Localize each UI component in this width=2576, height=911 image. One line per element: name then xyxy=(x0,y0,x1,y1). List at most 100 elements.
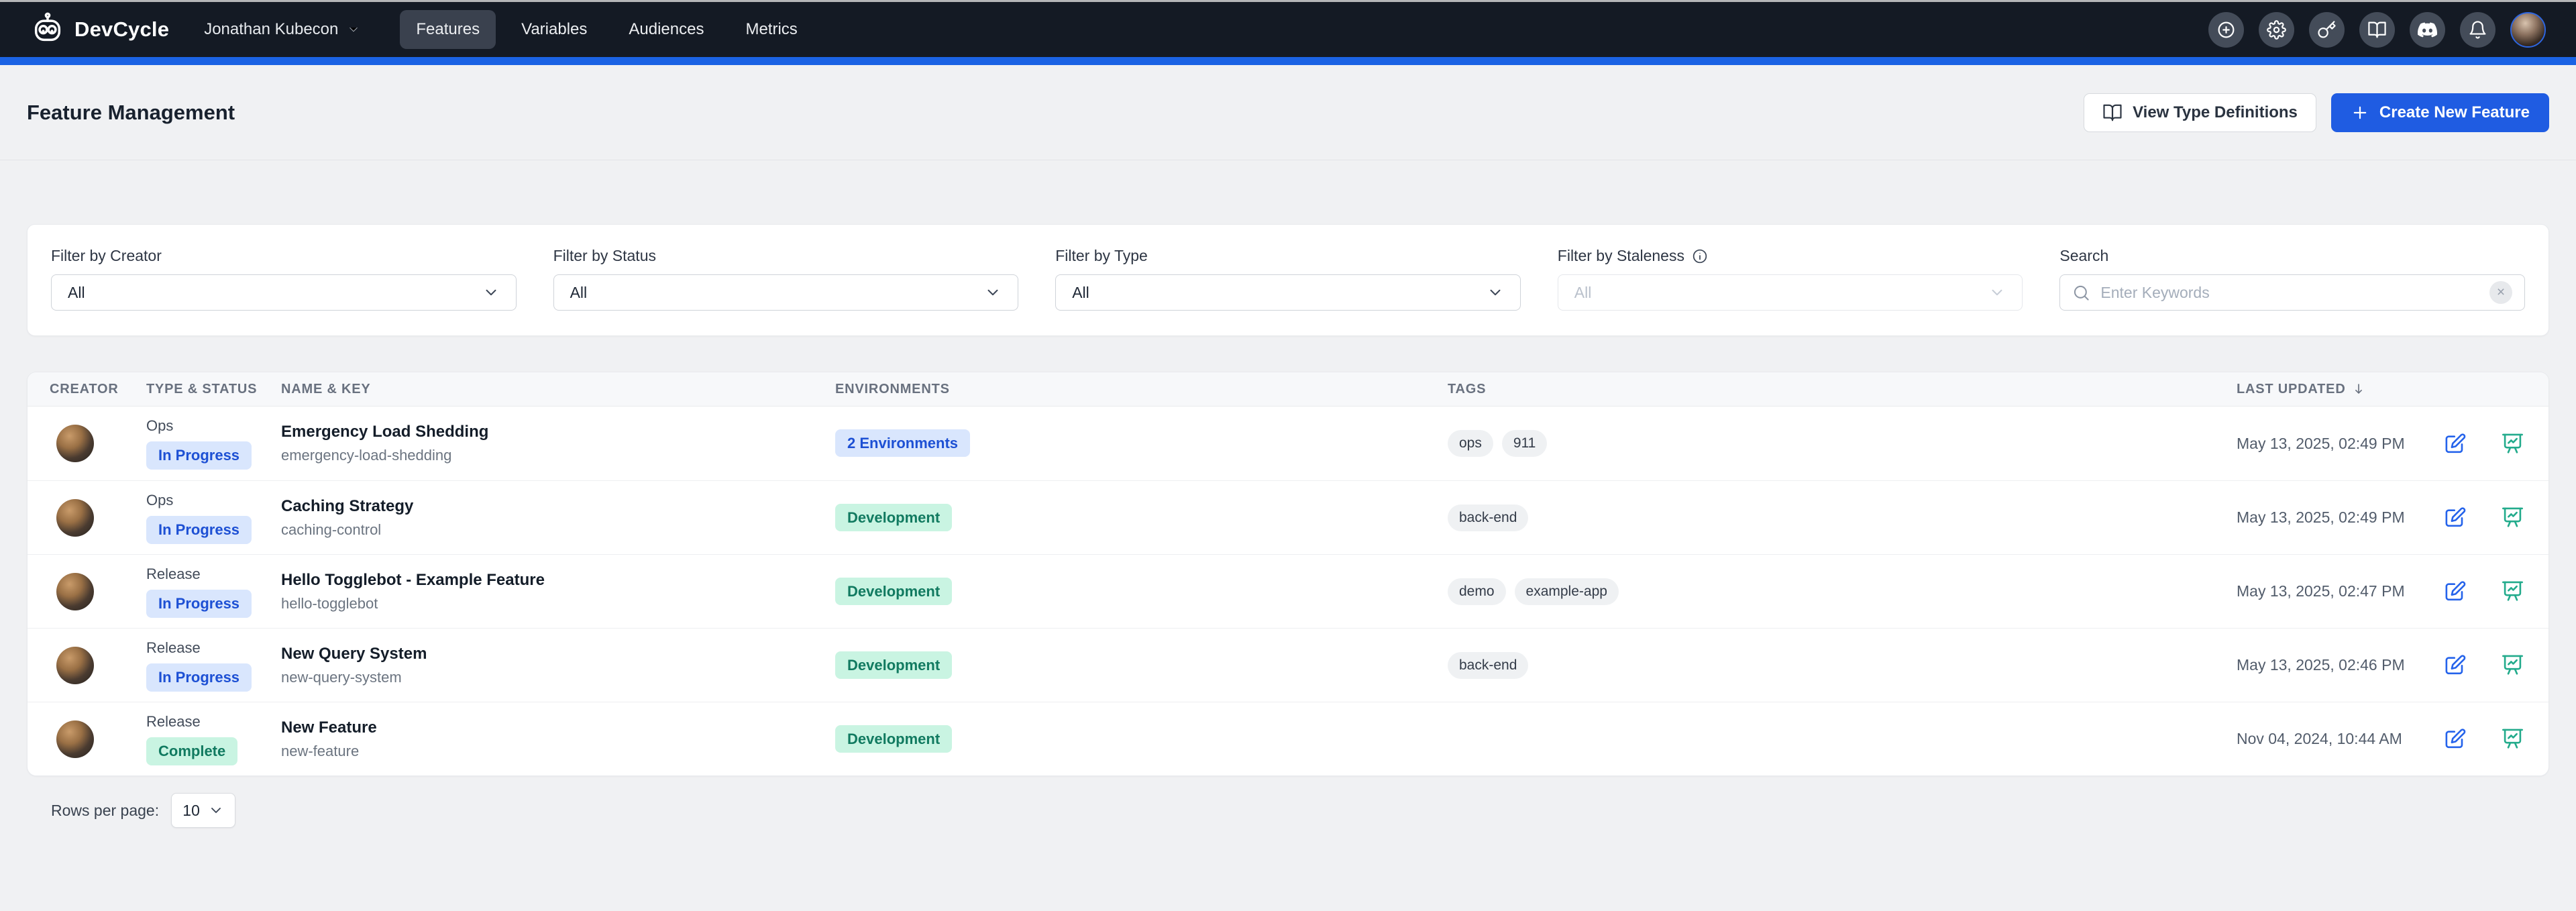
brand-name: DevCycle xyxy=(74,17,169,42)
column-header-environments[interactable]: ENVIRONMENTS xyxy=(835,382,1448,397)
tag-pill: demo xyxy=(1448,578,1506,605)
creator-avatar xyxy=(56,573,94,610)
feature-metrics-button[interactable] xyxy=(2498,504,2526,532)
clear-search-button[interactable]: × xyxy=(2489,281,2512,304)
column-header-label: TAGS xyxy=(1448,382,1486,397)
filter-status-label: Filter by Status xyxy=(553,247,1019,265)
column-header-creator[interactable]: CREATOR xyxy=(50,382,146,397)
discord-button[interactable] xyxy=(2410,12,2445,48)
api-keys-button[interactable] xyxy=(2309,12,2345,48)
last-updated: May 13, 2025, 02:49 PM xyxy=(2237,508,2405,527)
page-title: Feature Management xyxy=(27,101,235,125)
nav-tabs: FeaturesVariablesAudiencesMetrics xyxy=(400,10,813,49)
status-badge: In Progress xyxy=(146,590,252,618)
feature-type: Ops xyxy=(146,492,173,509)
settings-gear-button[interactable] xyxy=(2259,12,2294,48)
feature-name: New Query System xyxy=(281,645,835,663)
column-header-last-updated[interactable]: LAST UPDATED xyxy=(2237,382,2526,397)
metrics-chart-icon xyxy=(2500,653,2525,678)
view-type-definitions-button[interactable]: View Type Definitions xyxy=(2084,93,2316,132)
filter-search: Search Enter Keywords × xyxy=(2059,247,2525,311)
metrics-chart-icon xyxy=(2500,431,2525,456)
notifications-bell-button[interactable] xyxy=(2460,12,2496,48)
edit-feature-button[interactable] xyxy=(2440,429,2469,458)
column-header-type-status[interactable]: TYPE & STATUS xyxy=(146,382,281,397)
rows-per-page-select[interactable]: 10 xyxy=(171,793,235,828)
feature-type: Release xyxy=(146,639,201,657)
info-icon[interactable] xyxy=(1691,248,1709,265)
environments-badge: Development xyxy=(835,651,952,679)
tab-audiences[interactable]: Audiences xyxy=(612,10,720,49)
creator-avatar xyxy=(56,647,94,684)
tag-pill: 911 xyxy=(1502,430,1547,457)
top-navbar: DevCycle Jonathan Kubecon FeaturesVariab… xyxy=(0,2,2576,57)
filter-type-value: All xyxy=(1072,284,1089,302)
table-body: OpsIn ProgressEmergency Load Sheddingeme… xyxy=(28,407,2548,775)
feature-metrics-button[interactable] xyxy=(2498,578,2526,606)
filter-creator-select[interactable]: All xyxy=(51,274,517,311)
book-icon xyxy=(2102,103,2123,123)
features-table: CREATORTYPE & STATUSNAME & KEYENVIRONMEN… xyxy=(27,372,2549,776)
feature-metrics-button[interactable] xyxy=(2498,651,2526,680)
plus-icon xyxy=(2351,103,2369,122)
page-header: Feature Management View Type Definitions… xyxy=(0,65,2576,160)
column-header-tags[interactable]: TAGS xyxy=(1448,382,2237,397)
project-name: Jonathan Kubecon xyxy=(204,20,338,39)
table-row[interactable]: ReleaseIn ProgressHello Togglebot - Exam… xyxy=(28,554,2548,628)
chevron-down-icon xyxy=(482,284,500,301)
table-row[interactable]: ReleaseCompleteNew Featurenew-featureDev… xyxy=(28,702,2548,775)
add-new-icon xyxy=(2216,20,2236,40)
create-new-feature-button[interactable]: Create New Feature xyxy=(2331,93,2549,132)
user-avatar[interactable] xyxy=(2510,12,2546,48)
feature-metrics-button[interactable] xyxy=(2498,429,2526,458)
table-row[interactable]: OpsIn ProgressEmergency Load Sheddingeme… xyxy=(28,407,2548,480)
edit-feature-button[interactable] xyxy=(2440,578,2469,606)
last-updated: May 13, 2025, 02:49 PM xyxy=(2237,435,2405,453)
environments-badge: 2 Environments xyxy=(835,429,970,457)
metrics-chart-icon xyxy=(2500,505,2525,530)
accent-progress-bar xyxy=(0,57,2576,65)
settings-gear-icon xyxy=(2267,20,2286,40)
filter-status-value: All xyxy=(570,284,588,302)
chevron-down-icon xyxy=(1487,284,1504,301)
table-row[interactable]: OpsIn ProgressCaching Strategycaching-co… xyxy=(28,480,2548,554)
tab-variables[interactable]: Variables xyxy=(505,10,603,49)
filter-type: Filter by Type All xyxy=(1055,247,1521,311)
table-row[interactable]: ReleaseIn ProgressNew Query Systemnew-qu… xyxy=(28,628,2548,702)
last-updated: May 13, 2025, 02:46 PM xyxy=(2237,656,2405,674)
edit-feature-button[interactable] xyxy=(2440,651,2469,680)
edit-pencil-icon xyxy=(2443,727,2467,751)
project-selector[interactable]: Jonathan Kubecon xyxy=(204,20,361,39)
tab-features[interactable]: Features xyxy=(400,10,496,49)
rows-per-page-value: 10 xyxy=(182,802,200,820)
creator-avatar xyxy=(56,720,94,758)
column-header-name-key[interactable]: NAME & KEY xyxy=(281,382,835,397)
edit-feature-button[interactable] xyxy=(2440,504,2469,532)
documentation-button[interactable] xyxy=(2359,12,2395,48)
filter-staleness-select[interactable]: All xyxy=(1558,274,2023,311)
filter-status-select[interactable]: All xyxy=(553,274,1019,311)
feature-type: Release xyxy=(146,566,201,583)
edit-pencil-icon xyxy=(2443,431,2467,456)
edit-pencil-icon xyxy=(2443,579,2467,604)
feature-metrics-button[interactable] xyxy=(2498,725,2526,753)
search-icon xyxy=(2072,284,2090,302)
feature-key: hello-togglebot xyxy=(281,595,835,612)
devcycle-logo[interactable]: DevCycle xyxy=(30,11,169,49)
documentation-icon xyxy=(2367,20,2387,40)
feature-name: New Feature xyxy=(281,718,835,737)
table-header-row: CREATORTYPE & STATUSNAME & KEYENVIRONMEN… xyxy=(28,372,2548,407)
filter-type-select[interactable]: All xyxy=(1055,274,1521,311)
edit-feature-button[interactable] xyxy=(2440,725,2469,753)
tag-pill: ops xyxy=(1448,430,1493,457)
environments-badge: Development xyxy=(835,504,952,531)
notifications-bell-icon xyxy=(2468,20,2487,40)
chevron-down-icon xyxy=(208,802,224,818)
chevron-down-icon xyxy=(346,22,361,37)
add-new-button[interactable] xyxy=(2208,12,2244,48)
last-updated: May 13, 2025, 02:47 PM xyxy=(2237,582,2405,600)
tab-metrics[interactable]: Metrics xyxy=(729,10,813,49)
pagination-controls: Rows per page: 10 xyxy=(51,793,2576,828)
status-badge: Complete xyxy=(146,737,237,765)
search-input[interactable]: Enter Keywords × xyxy=(2059,274,2525,311)
